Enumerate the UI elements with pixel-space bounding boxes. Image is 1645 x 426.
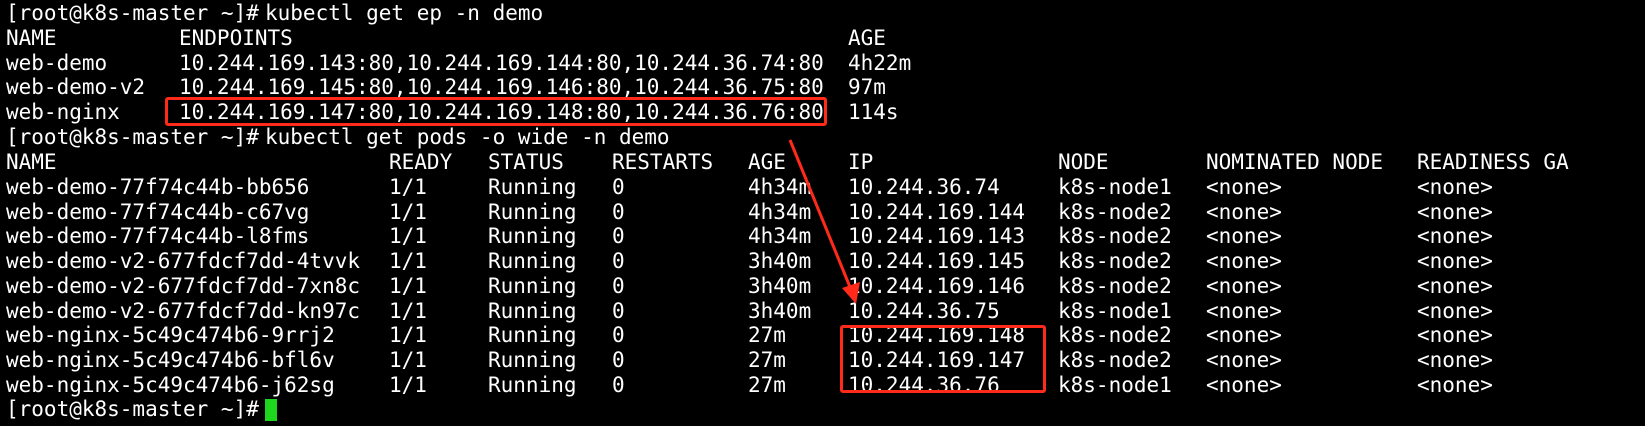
- annotation-arrow: [788, 139, 860, 304]
- arrow-head-icon: [842, 282, 860, 304]
- terminal-window[interactable]: [root@k8s-master ~]# kubectl get ep -n d…: [0, 0, 1645, 426]
- arrow-shaft: [788, 139, 854, 293]
